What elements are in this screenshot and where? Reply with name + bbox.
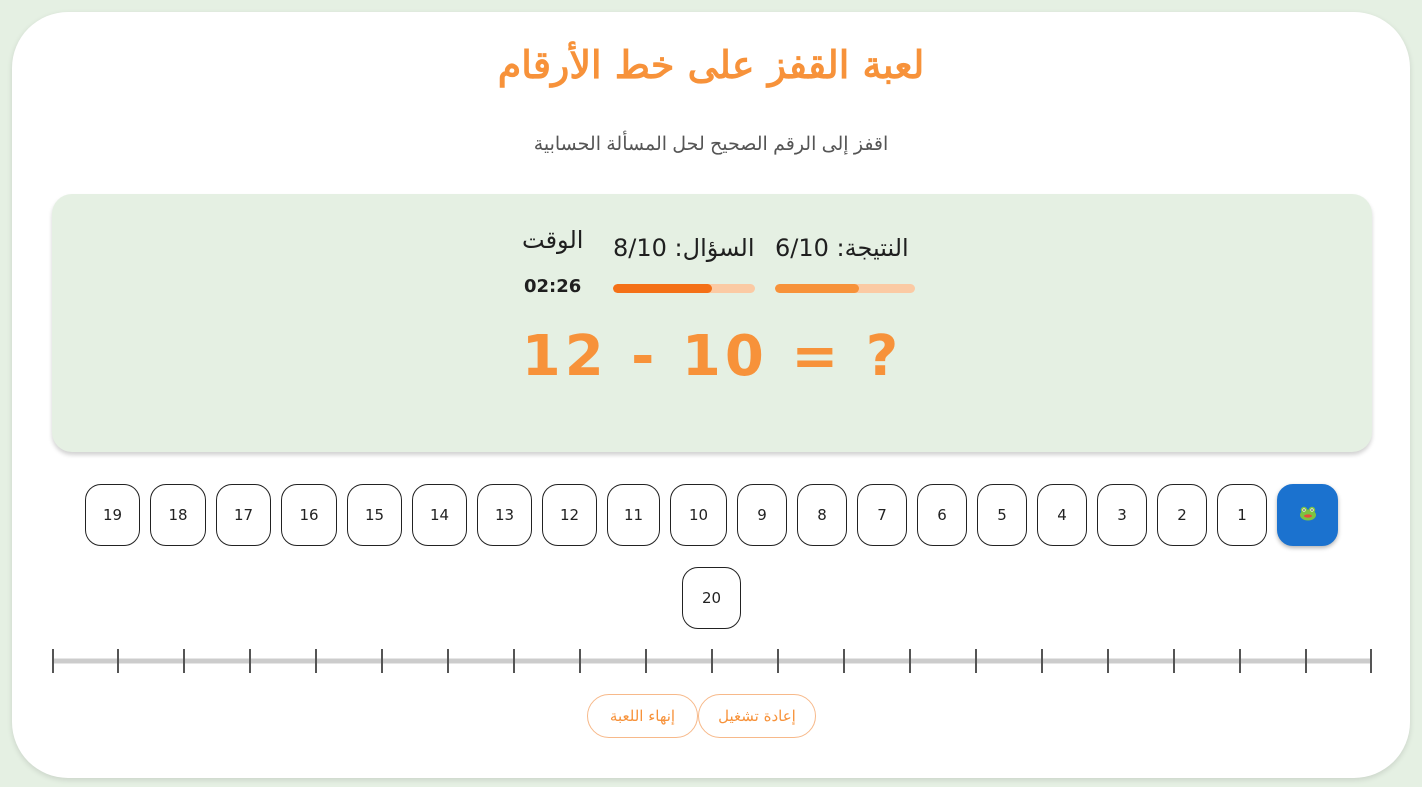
restart-button[interactable]: إعادة تشغيل: [698, 694, 816, 738]
number-tile[interactable]: 15: [347, 484, 402, 546]
number-line: [52, 649, 1372, 673]
score-progress-bar: [775, 284, 915, 293]
question-label: السؤال:: [674, 234, 755, 262]
number-tile[interactable]: 11: [607, 484, 660, 546]
number-tile[interactable]: 2: [1157, 484, 1207, 546]
end-game-button[interactable]: إنهاء اللعبة: [587, 694, 698, 738]
number-tile[interactable]: 13: [477, 484, 532, 546]
time-value: 02:26: [524, 276, 582, 297]
score-label: النتيجة:: [836, 234, 909, 262]
question-progress-bar: [613, 284, 755, 293]
number-line-ticks: [52, 649, 1372, 673]
page-title: لعبة القفز على خط الأرقام: [497, 42, 925, 87]
number-tile[interactable]: 9: [737, 484, 787, 546]
number-tile[interactable]: 5: [977, 484, 1027, 546]
score-value: 6/10: [775, 234, 829, 262]
number-tile[interactable]: 16: [281, 484, 337, 546]
time-label: الوقت: [522, 226, 584, 254]
number-tile[interactable]: 19: [85, 484, 140, 546]
number-tile[interactable]: 20: [682, 567, 741, 629]
score-progress-fill: [775, 284, 859, 293]
player-tile[interactable]: [1277, 484, 1338, 546]
game-panel: النتيجة: 6/10 السؤال: 8/10 الوقت 02:26 1…: [52, 194, 1372, 452]
number-tile[interactable]: 3: [1097, 484, 1147, 546]
question-progress-fill: [613, 284, 713, 293]
number-tile[interactable]: 18: [150, 484, 206, 546]
equation: 12 - 10 = ?: [521, 324, 903, 389]
number-tile[interactable]: 6: [917, 484, 967, 546]
page-subtitle: اقفز إلى الرقم الصحيح لحل المسألة الحساب…: [533, 134, 889, 155]
score-stat: النتيجة: 6/10: [775, 234, 909, 262]
number-tile[interactable]: 7: [857, 484, 907, 546]
number-tile[interactable]: 12: [542, 484, 597, 546]
number-tile[interactable]: 10: [670, 484, 727, 546]
number-tile[interactable]: 14: [412, 484, 467, 546]
number-tile[interactable]: 17: [216, 484, 271, 546]
question-value: 8/10: [613, 234, 667, 262]
frog-icon: [1299, 505, 1317, 525]
question-stat: السؤال: 8/10: [613, 234, 755, 262]
number-tile[interactable]: 1: [1217, 484, 1267, 546]
number-tile[interactable]: 8: [797, 484, 847, 546]
number-tile[interactable]: 4: [1037, 484, 1087, 546]
